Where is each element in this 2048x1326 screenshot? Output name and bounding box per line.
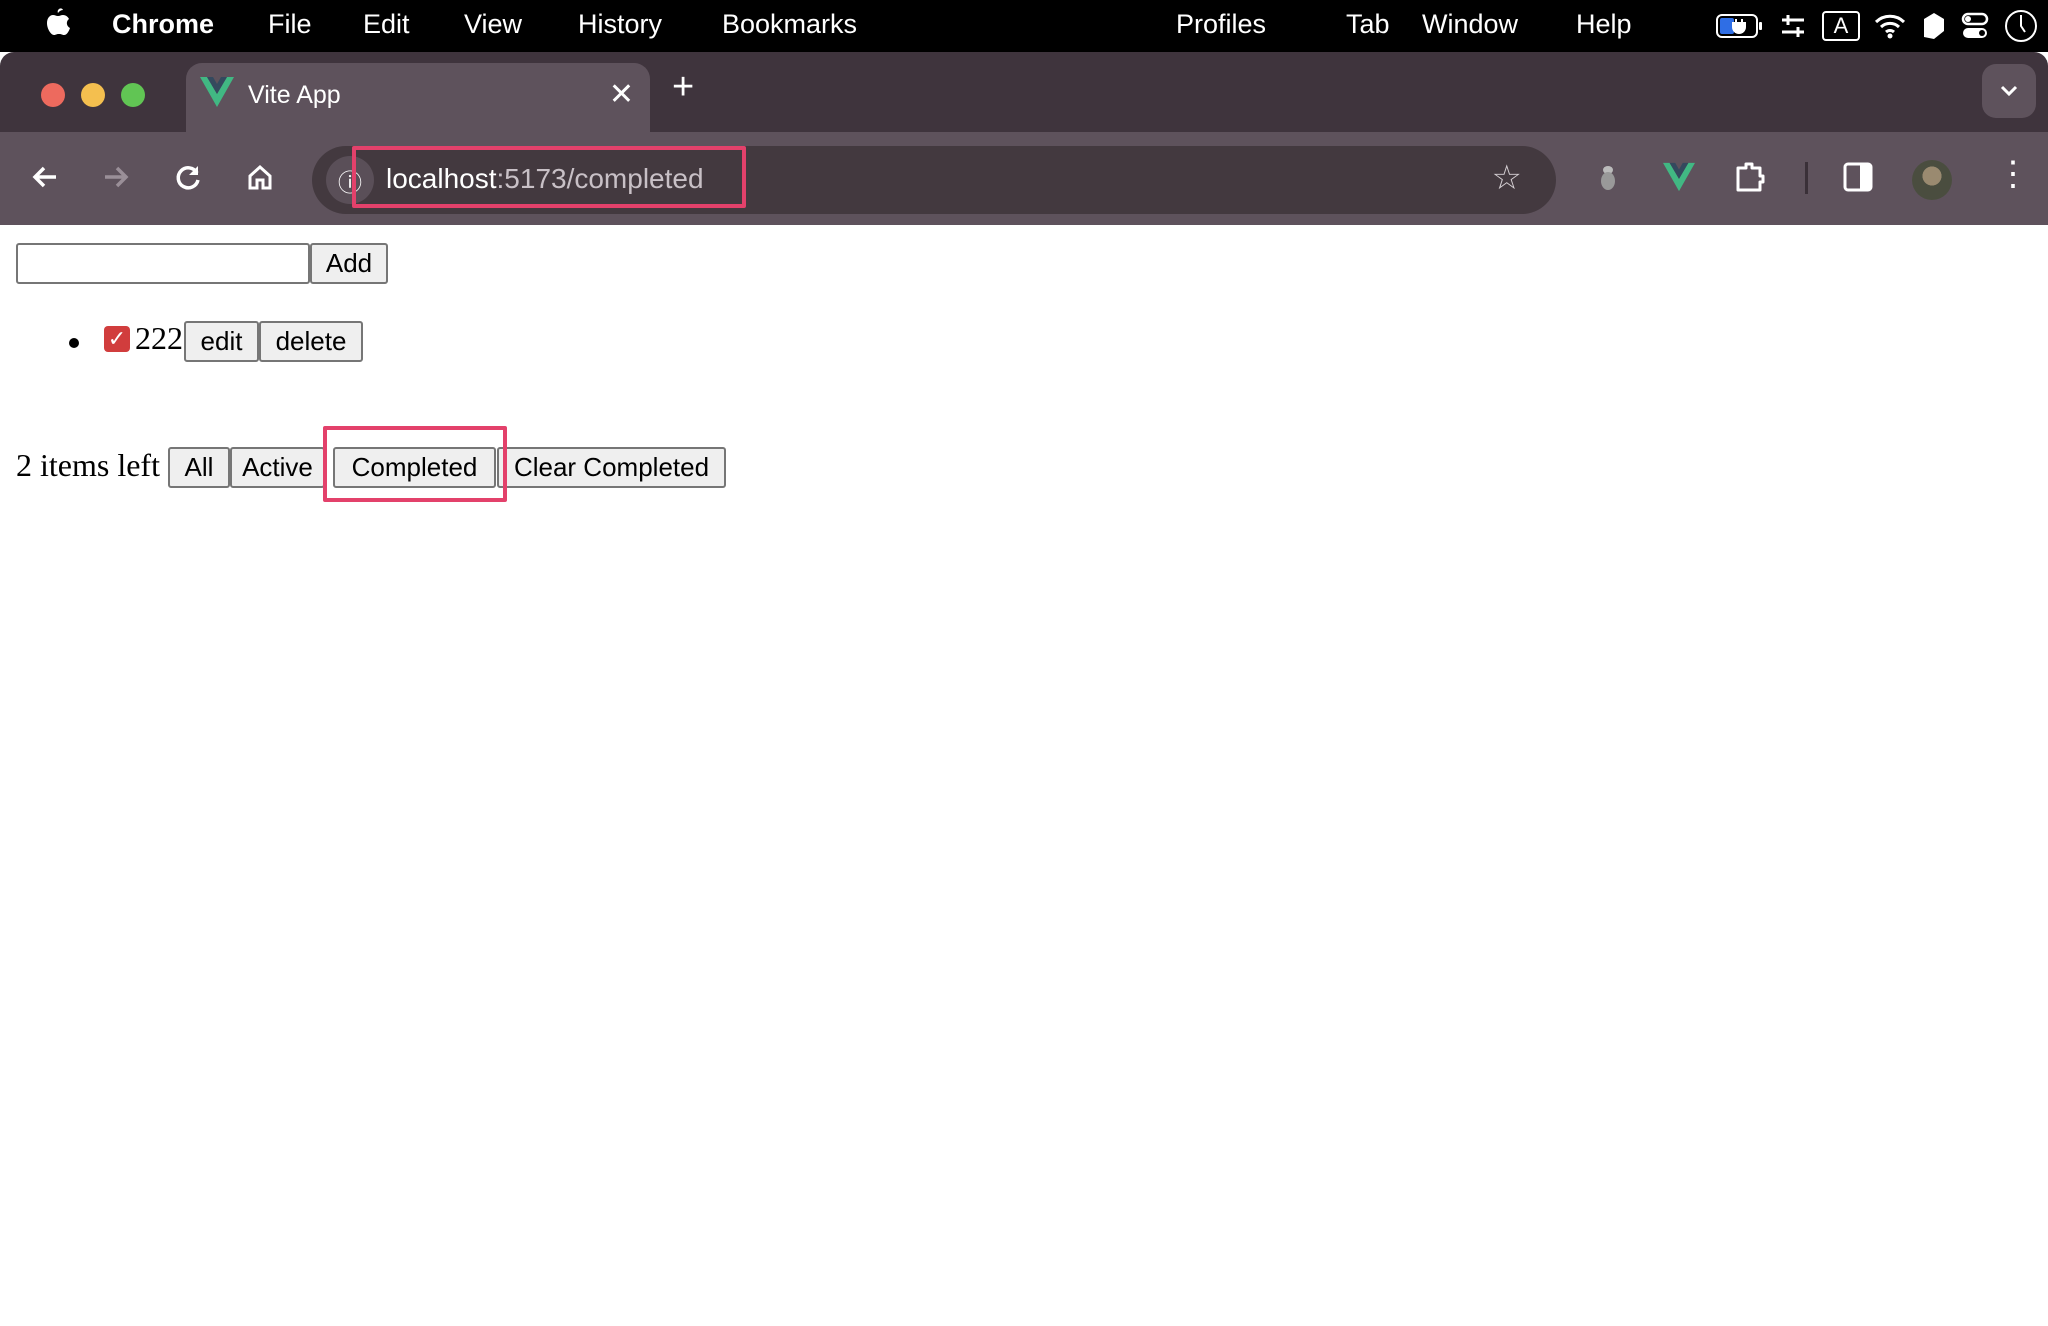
tab-search-button[interactable] xyxy=(1982,64,2036,118)
edit-button[interactable]: edit xyxy=(184,321,259,362)
control-sliders-icon[interactable] xyxy=(1778,11,1808,41)
menu-file[interactable]: File xyxy=(268,9,312,40)
tab-title: Vite App xyxy=(248,81,341,109)
arrow-left-icon xyxy=(32,166,56,188)
chrome-menu-icon[interactable]: ⋮ xyxy=(1996,154,2030,194)
macos-menubar: Chrome File Edit View History Bookmarks … xyxy=(0,0,2048,52)
add-button[interactable]: Add xyxy=(310,243,388,284)
items-left-count: 2 items left xyxy=(16,447,160,483)
input-source-icon[interactable]: A xyxy=(1822,11,1860,41)
home-icon xyxy=(248,164,272,190)
annotation-highlight-url xyxy=(352,146,746,208)
delete-button[interactable]: delete xyxy=(259,321,363,362)
zoom-window-button[interactable] xyxy=(121,83,145,107)
wifi-icon[interactable] xyxy=(1874,13,1906,39)
list-bullet xyxy=(69,338,79,348)
forward-button[interactable] xyxy=(93,154,139,200)
chevron-down-icon xyxy=(2000,85,2018,97)
menu-profiles[interactable]: Profiles xyxy=(1176,9,1266,40)
close-window-button[interactable] xyxy=(41,83,65,107)
bookmark-star-icon[interactable]: ☆ xyxy=(1492,158,1522,198)
new-todo-input[interactable] xyxy=(16,243,310,284)
filter-all-button[interactable]: All xyxy=(168,447,230,488)
reload-icon xyxy=(176,166,200,190)
clock-icon[interactable] xyxy=(2004,9,2038,43)
side-panel-icon[interactable] xyxy=(1843,162,1873,192)
battery-charging-icon[interactable] xyxy=(1716,13,1764,39)
menu-view[interactable]: View xyxy=(464,9,522,40)
home-button[interactable] xyxy=(237,154,283,200)
apple-logo-icon[interactable] xyxy=(44,8,72,42)
vue-favicon-icon xyxy=(200,77,234,107)
vue-devtools-icon[interactable] xyxy=(1663,162,1695,192)
browser-toolbar: ⓘ localhost:5173/completed ☆ ⋮ xyxy=(0,132,2048,225)
extension-bug-icon[interactable] xyxy=(1598,162,1618,192)
extensions-puzzle-icon[interactable] xyxy=(1734,160,1768,194)
annotation-highlight-completed xyxy=(323,426,507,502)
menu-window[interactable]: Window xyxy=(1422,9,1518,40)
page-content: Add ✓ 222 edit delete 2 items left All A… xyxy=(0,225,2048,1326)
browser-window: Vite App ✕ + ⓘ localhost:5173/completed … xyxy=(0,52,2048,1326)
app-tag-icon[interactable] xyxy=(1920,11,1946,41)
tab-vite-app[interactable]: Vite App ✕ xyxy=(186,63,650,132)
menu-edit[interactable]: Edit xyxy=(363,9,410,40)
todo-text: 222 xyxy=(135,320,183,356)
menu-bookmarks[interactable]: Bookmarks xyxy=(722,9,857,40)
minimize-window-button[interactable] xyxy=(81,83,105,107)
status-icons: A xyxy=(1716,8,2038,44)
profile-avatar[interactable] xyxy=(1912,160,1952,200)
filter-active-button[interactable]: Active xyxy=(230,447,325,488)
menu-history[interactable]: History xyxy=(578,9,662,40)
control-center-icon[interactable] xyxy=(1960,11,1990,41)
tab-close-icon[interactable]: ✕ xyxy=(609,77,634,112)
reload-button[interactable] xyxy=(165,154,211,200)
tab-strip: Vite App ✕ + xyxy=(0,52,2048,132)
menu-app-chrome[interactable]: Chrome xyxy=(112,9,214,40)
back-button[interactable] xyxy=(22,154,68,200)
todo-checkbox[interactable]: ✓ xyxy=(104,326,130,352)
new-tab-button[interactable]: + xyxy=(672,66,694,109)
menu-help[interactable]: Help xyxy=(1576,9,1632,40)
toolbar-divider xyxy=(1805,162,1808,194)
menu-tab[interactable]: Tab xyxy=(1346,9,1390,40)
arrow-right-icon xyxy=(105,166,129,188)
clear-completed-button[interactable]: Clear Completed xyxy=(497,447,726,488)
